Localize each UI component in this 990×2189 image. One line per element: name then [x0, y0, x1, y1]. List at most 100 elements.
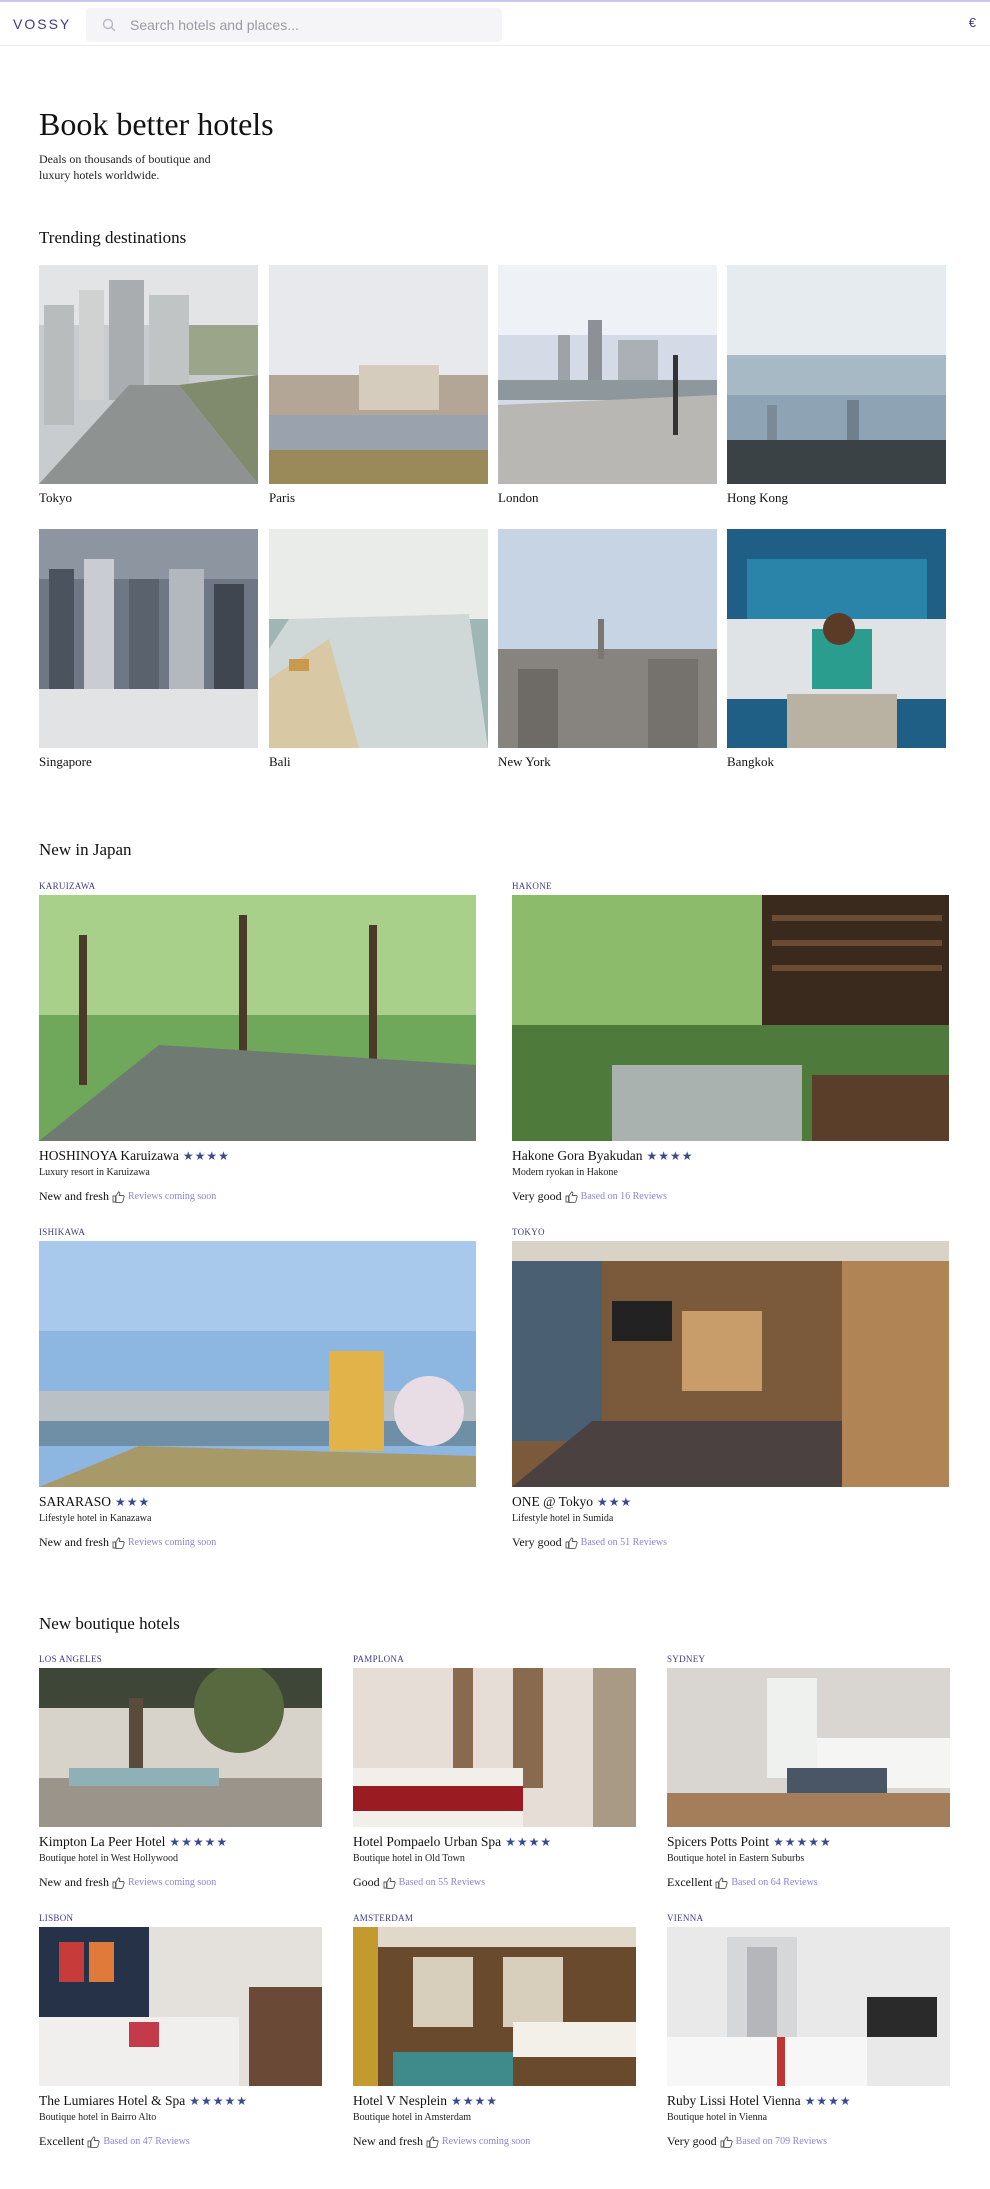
- reviews-link[interactable]: Reviews coming soon: [128, 1877, 216, 1888]
- hotel-region: TOKYO: [512, 1227, 545, 1237]
- thumbs-up-icon: [565, 1537, 578, 1549]
- reviews-link[interactable]: Based on 55 Reviews: [399, 1877, 485, 1888]
- destination-card-paris[interactable]: Paris: [269, 265, 488, 506]
- paris-photo: [269, 265, 488, 484]
- hotel-description: Modern ryokan in Hakone: [512, 1167, 618, 1178]
- destination-card-hong-kong[interactable]: Hong Kong: [727, 265, 946, 506]
- hotel-card[interactable]: VIENNA Ruby Lissi Hotel Vienna ★★★★ Bouti…: [667, 1913, 950, 2149]
- destination-name: New York: [498, 754, 551, 769]
- hotel-name: HOSHINOYA Karuizawa: [39, 1148, 179, 1163]
- hotel-card[interactable]: PAMPLONA Hotel Pompaelo Urban Spa ★★★★ Bo…: [353, 1654, 636, 1890]
- rating-label: Very good: [512, 1535, 562, 1549]
- star-rating: ★★★: [597, 1495, 633, 1509]
- rating-label: New and fresh: [39, 1535, 109, 1549]
- hotel-name: Ruby Lissi Hotel Vienna: [667, 2093, 801, 2108]
- destination-name: Paris: [269, 490, 295, 505]
- reviews-link[interactable]: Based on 47 Reviews: [103, 2136, 189, 2147]
- destination-card-new-york[interactable]: New York: [498, 529, 717, 770]
- search-input[interactable]: [130, 8, 490, 42]
- hotel-card[interactable]: LISBON The Lumiares Hotel & Spa ★★★★★ Bou…: [39, 1913, 322, 2149]
- reviews-link[interactable]: Based on 51 Reviews: [581, 1537, 667, 1548]
- star-rating: ★★★★: [505, 1835, 553, 1849]
- hotel-photo: [39, 895, 476, 1141]
- rating-label: Excellent: [39, 2134, 85, 2148]
- reviews-link[interactable]: Based on 16 Reviews: [581, 1191, 667, 1202]
- destination-card-tokyo[interactable]: Tokyo: [39, 265, 258, 506]
- hotel-card[interactable]: ISHIKAWA SARARASO ★★★ Lifestyle hotel in …: [39, 1227, 476, 1550]
- hotel-name: The Lumiares Hotel & Spa: [39, 2093, 186, 2108]
- destination-name: London: [498, 490, 539, 505]
- search-icon: [102, 18, 116, 32]
- star-rating: ★★★★★: [189, 2094, 249, 2108]
- hotel-photo: [353, 1927, 636, 2086]
- hotel-description: Boutique hotel in West Hollywood: [39, 1853, 179, 1864]
- reviews-link[interactable]: Based on 709 Reviews: [736, 2136, 827, 2147]
- star-rating: ★★★★: [451, 2094, 499, 2108]
- hotel-card[interactable]: KARUIZAWA HOSHINOYA Karuizawa ★★★★ Luxury…: [39, 881, 476, 1204]
- hotel-card[interactable]: TOKYO ONE @ Tokyo ★★★ Lifestyle hotel in …: [512, 1227, 949, 1550]
- hotel-name: Kimpton La Peer Hotel: [39, 1834, 166, 1849]
- hotel-name: ONE @ Tokyo: [512, 1494, 593, 1509]
- hotel-photo: [512, 895, 949, 1141]
- rating-label: Excellent: [667, 1875, 713, 1889]
- hotel-card[interactable]: HAKONE Hakone Gora Byakudan ★★★★ Modern r…: [512, 881, 949, 1204]
- search-box[interactable]: [86, 8, 502, 42]
- hotel-region: SYDNEY: [667, 1654, 706, 1664]
- singapore-photo: [39, 529, 258, 748]
- new-boutique-hotels-heading: New boutique hotels: [39, 1614, 180, 1633]
- bangkok-photo: [727, 529, 946, 748]
- hotel-card[interactable]: AMSTERDAM Hotel V Nesplein ★★★★ Boutique …: [353, 1913, 636, 2149]
- rating-label: New and fresh: [39, 1189, 109, 1203]
- trending-destinations-heading: Trending destinations: [39, 228, 187, 247]
- hotel-region: VIENNA: [667, 1913, 704, 1923]
- destination-card-bangkok[interactable]: Bangkok: [727, 529, 946, 770]
- hotel-description: Boutique hotel in Old Town: [353, 1853, 465, 1864]
- destination-name: Bangkok: [727, 754, 774, 769]
- hotel-description: Lifestyle hotel in Kanazawa: [39, 1513, 152, 1524]
- rating-label: Good: [353, 1875, 380, 1889]
- hotel-region: LISBON: [39, 1913, 74, 1923]
- thumbs-up-icon: [112, 1191, 125, 1203]
- hotel-region: LOS ANGELES: [39, 1654, 103, 1664]
- page-subtitle: Deals on thousands of boutique and luxur…: [39, 152, 211, 182]
- vossy-logo[interactable]: VOSSY: [13, 16, 71, 32]
- hotel-region: AMSTERDAM: [353, 1913, 414, 1923]
- hotel-description: Boutique hotel in Bairro Alto: [39, 2112, 157, 2123]
- reviews-link[interactable]: Reviews coming soon: [128, 1191, 216, 1202]
- star-rating: ★★★★: [646, 1149, 694, 1163]
- hotel-description: Boutique hotel in Vienna: [667, 2112, 768, 2123]
- star-rating: ★★★★★: [169, 1835, 229, 1849]
- destination-card-singapore[interactable]: Singapore: [39, 529, 258, 770]
- reviews-link[interactable]: Reviews coming soon: [442, 2136, 530, 2147]
- reviews-link[interactable]: Reviews coming soon: [128, 1537, 216, 1548]
- hotel-photo: [39, 1927, 322, 2086]
- thumbs-up-icon: [426, 2136, 439, 2148]
- hotel-name: Hakone Gora Byakudan: [512, 1148, 643, 1163]
- currency-selector[interactable]: €: [969, 15, 976, 30]
- hotel-card[interactable]: SYDNEY Spicers Potts Point ★★★★★ Boutique…: [667, 1654, 950, 1890]
- reviews-link[interactable]: Based on 64 Reviews: [731, 1877, 817, 1888]
- star-rating: ★★★★★: [773, 1835, 832, 1849]
- thumbs-up-icon: [112, 1877, 125, 1889]
- hotel-description: Boutique hotel in Amsterdam: [353, 2112, 472, 2123]
- hotel-description: Boutique hotel in Eastern Suburbs: [667, 1853, 805, 1864]
- hong-kong-photo: [727, 265, 946, 484]
- destination-card-bali[interactable]: Bali: [269, 529, 488, 770]
- hotel-name: Hotel Pompaelo Urban Spa: [353, 1834, 502, 1849]
- star-rating: ★★★: [115, 1495, 151, 1509]
- hotel-card[interactable]: LOS ANGELES Kimpton La Peer Hotel ★★★★★ B…: [39, 1654, 322, 1890]
- hotel-photo: [353, 1668, 636, 1827]
- destination-card-london[interactable]: London: [498, 265, 717, 506]
- tokyo-photo: [39, 265, 258, 484]
- top-navigation-bar: VOSSY €: [0, 0, 990, 46]
- hotel-name: SARARASO: [39, 1494, 112, 1509]
- hotel-description: Luxury resort in Karuizawa: [39, 1167, 150, 1178]
- hotel-name: Spicers Potts Point: [667, 1834, 770, 1849]
- destination-name: Bali: [269, 754, 291, 769]
- thumbs-up-icon: [565, 1191, 578, 1203]
- rating-label: New and fresh: [39, 1875, 109, 1889]
- star-rating: ★★★★: [182, 1149, 230, 1163]
- page-title: Book better hotels: [39, 106, 274, 142]
- bali-photo: [269, 529, 488, 748]
- star-rating: ★★★★: [804, 2094, 852, 2108]
